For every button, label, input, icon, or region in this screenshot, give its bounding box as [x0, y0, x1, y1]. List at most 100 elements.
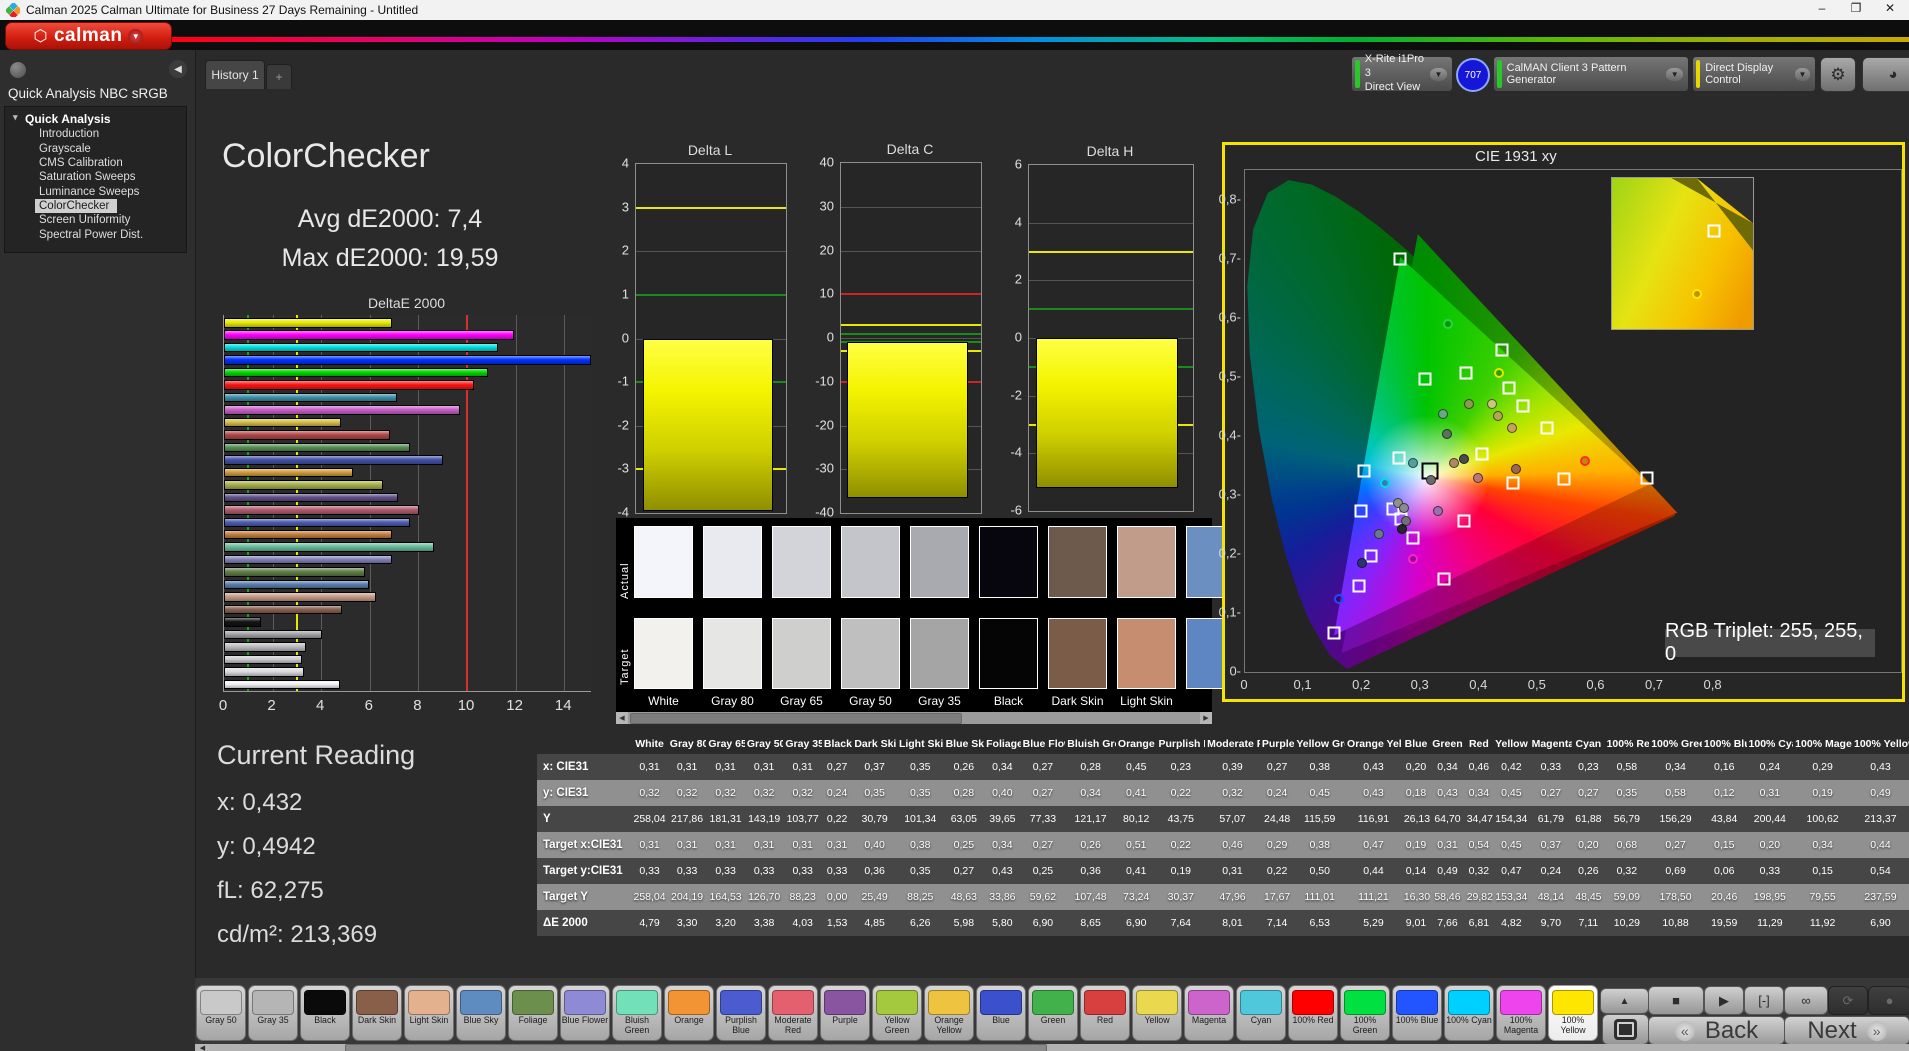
maximize-button[interactable]: ❐	[1839, 1, 1873, 19]
tree-root-quick-analysis[interactable]: ▾ Quick Analysis	[5, 111, 186, 127]
pattern-generator-dropdown[interactable]: CalMAN Client 3 Pattern Generator ▼	[1493, 56, 1689, 92]
meter-dropdown[interactable]: X-Rite i1Pro 3 Direct View ▼	[1351, 53, 1453, 93]
sidebar-item-luminance-sweeps[interactable]: Luminance Sweeps	[5, 185, 186, 199]
patch-button-orange-yellow[interactable]: Orange Yellow	[924, 985, 974, 1041]
patch-button-dark-skin[interactable]: Dark Skin	[352, 985, 402, 1041]
y-tick-4: 4	[621, 155, 629, 171]
cell-100-yellow-e-2000: 6,90	[1851, 910, 1909, 936]
scroll-left-icon[interactable]: ◀	[196, 1044, 209, 1051]
col-header-purplish-blue: Purplish Blue	[1158, 738, 1205, 750]
deltae-bar-row	[224, 342, 591, 353]
row-label: Target x:CIE31	[537, 832, 632, 858]
cell-100-yellow-y-cie31: 0,49	[1851, 780, 1909, 806]
patch-button-100-yellow[interactable]: 100% Yellow	[1548, 985, 1598, 1041]
patch-button-100-magenta[interactable]: 100% Magenta	[1496, 985, 1546, 1041]
deltae-bar-row	[224, 604, 591, 615]
patch-button-100-cyan[interactable]: 100% Cyan	[1444, 985, 1494, 1041]
meter-mode: Direct View	[1364, 80, 1421, 93]
workflow-tree: ▾ Quick Analysis Introduction Grayscale CM…	[4, 106, 187, 253]
patch-button-yellow-green[interactable]: Yellow Green	[872, 985, 922, 1041]
cell-purple-y-cie31: 0,24	[1259, 780, 1295, 806]
scrollbar-thumb[interactable]	[630, 713, 962, 724]
patch-button-100-blue[interactable]: 100% Blue	[1392, 985, 1442, 1041]
cell-white-target-x-cie31: 0,31	[631, 832, 668, 858]
back-button[interactable]: « Back	[1648, 1016, 1785, 1045]
patch-button-cyan[interactable]: Cyan	[1236, 985, 1286, 1041]
infinity-button[interactable]: ∞	[1784, 986, 1828, 1015]
patch-button-gray-50[interactable]: Gray 50	[196, 985, 246, 1041]
pattern-window-button[interactable]	[1602, 1014, 1649, 1045]
chevron-down-icon: ▼	[1794, 67, 1811, 81]
sidebar-item-spectral-power-dist[interactable]: Spectral Power Dist.	[5, 228, 186, 242]
scroll-right-icon[interactable]: ▶	[1200, 712, 1212, 724]
cie-measured-circle-22	[1334, 593, 1345, 604]
patch-button-green[interactable]: Green	[1028, 985, 1078, 1041]
display-control-dropdown[interactable]: Direct Display Control ▼	[1692, 56, 1816, 92]
sidebar-item-saturation-sweeps[interactable]: Saturation Sweeps	[5, 170, 186, 184]
patch-button-100-green[interactable]: 100% Green	[1340, 985, 1390, 1041]
patch-button-purple[interactable]: Purple	[820, 985, 870, 1041]
patch-button-100-red[interactable]: 100% Red	[1288, 985, 1338, 1041]
sidebar-item-screen-uniformity[interactable]: Screen Uniformity	[5, 213, 186, 227]
swatch-scrollbar[interactable]: ◀ ▶	[616, 712, 1212, 724]
patch-button-blue-sky[interactable]: Blue Sky	[456, 985, 506, 1041]
cell-orange-yellow-x-cie31: 0,43	[1345, 754, 1402, 780]
patch-button-blue[interactable]: Blue	[976, 985, 1026, 1041]
cie-y-tick-0-3: 0,3-	[1218, 486, 1241, 502]
patch-button-blue-flower[interactable]: Blue Flower	[560, 985, 610, 1041]
patch-button-purplish-blue[interactable]: Purplish Blue	[716, 985, 766, 1041]
cie-1931-panel[interactable]: CIE 1931 xy RGB Triplet: 255, 255, 0 0,8…	[1219, 142, 1905, 702]
scroll-left-icon[interactable]: ◀	[616, 712, 628, 724]
calman-menu-button[interactable]: ⬡ calman ▼	[5, 22, 172, 50]
window-stop-icon	[1614, 1019, 1637, 1040]
patch-chip	[668, 990, 710, 1015]
close-button[interactable]: ✕	[1873, 1, 1907, 19]
meter-badge[interactable]: 707	[1456, 58, 1490, 92]
next-button[interactable]: Next »	[1784, 1016, 1909, 1045]
workflow-dot-icon[interactable]	[10, 62, 26, 78]
layout-button[interactable]: ◕	[1862, 57, 1909, 92]
add-tab-button[interactable]: +	[266, 64, 292, 89]
patch-button-foliage[interactable]: Foliage	[508, 985, 558, 1041]
deltae-bar-row	[224, 455, 591, 465]
tab-history-1[interactable]: History 1	[205, 60, 265, 89]
avg-de2000: Avg dE2000: 7,4	[297, 205, 483, 233]
patch-button-magenta[interactable]: Magenta	[1184, 985, 1234, 1041]
cell-100-red-x-cie31: 0,58	[1604, 754, 1650, 780]
sidebar-item-introduction[interactable]: Introduction	[5, 127, 186, 141]
sidebar-item-grayscale[interactable]: Grayscale	[5, 141, 186, 155]
patch-button-bluish-green[interactable]: Bluish Green	[612, 985, 662, 1041]
sidebar-collapse-button[interactable]: ◀	[169, 60, 187, 78]
patch-chip	[1292, 990, 1334, 1015]
patch-button-moderate-red[interactable]: Moderate Red	[768, 985, 818, 1041]
cell-gray-65-y: 181,31	[706, 806, 745, 832]
patch-button-red[interactable]: Red	[1080, 985, 1130, 1041]
patch-button-yellow[interactable]: Yellow	[1132, 985, 1182, 1041]
strip-expand-button[interactable]: ▲	[1600, 988, 1649, 1014]
patch-button-black[interactable]: Black	[300, 985, 350, 1041]
y-tick-0: 0	[621, 330, 629, 345]
swatch-label-gray-35: Gray 35	[918, 694, 961, 708]
stop-button[interactable]: ■	[1648, 986, 1704, 1015]
reading-line-2: fL: 62,275	[217, 877, 324, 904]
settings-button[interactable]: ⚙	[1820, 57, 1856, 92]
current-reading-title: Current Reading	[217, 740, 416, 770]
col-header-blue-flower: Blue Flower	[1022, 738, 1066, 750]
minimize-button[interactable]: –	[1805, 1, 1839, 19]
cell-100-cyan-target-y-cie31: 0,33	[1746, 858, 1794, 884]
play-button[interactable]: ▶	[1704, 986, 1744, 1015]
cie-title: CIE 1931 xy	[1475, 148, 1557, 165]
cell-gray-35-target-y: 88,23	[783, 884, 822, 910]
frame-button[interactable]: [-]	[1744, 986, 1784, 1015]
sidebar-item-cms-calibration[interactable]: CMS Calibration	[5, 156, 186, 170]
patch-button-gray-35[interactable]: Gray 35	[248, 985, 298, 1041]
cell-black-target-x-cie31: 0,31	[821, 832, 853, 858]
patch-button-orange[interactable]: Orange	[664, 985, 714, 1041]
bottom-scrollbar[interactable]: ◀	[195, 1044, 1909, 1051]
sidebar-item-colorchecker[interactable]: ColorChecker	[35, 198, 117, 214]
cell-orange-target-x-cie31: 0,51	[1115, 832, 1157, 858]
cell-gray-80-target-y-cie31: 0,33	[667, 858, 707, 884]
scrollbar-thumb[interactable]	[345, 1044, 1047, 1051]
cell-gray-50-y: 143,19	[744, 806, 784, 832]
patch-button-light-skin[interactable]: Light Skin	[404, 985, 454, 1041]
